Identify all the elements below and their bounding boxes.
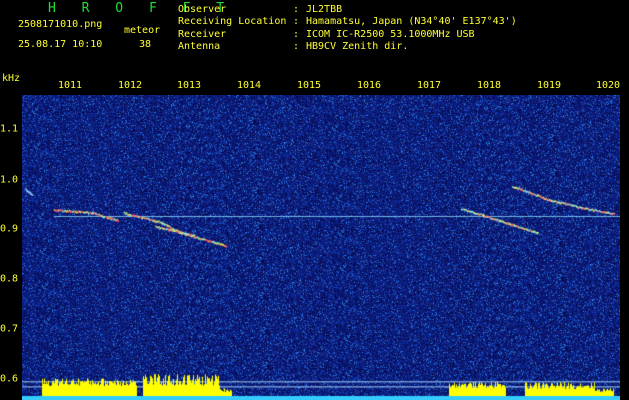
- header-panel: H R O F F T 2508171010.png 25.08.17 10:1…: [0, 0, 629, 72]
- info-label: Observer: [178, 4, 227, 15]
- y-tick-label: 0.7: [0, 323, 19, 335]
- x-tick-label: 1016: [356, 80, 382, 91]
- info-value: JL2TBB: [306, 4, 343, 15]
- x-tick-label: 1014: [236, 80, 262, 91]
- meteor-count: 38: [139, 39, 152, 50]
- spectrogram-panel: kHz 1011 1012 1013 1014 1015 1016 1017 1…: [0, 72, 629, 400]
- info-colon: :: [293, 28, 300, 40]
- info-row-receiver: Receiver: ICOM IC-R2500 53.1000MHz USB: [178, 29, 517, 41]
- info-value: Hamamatsu, Japan (N34°40' E137°43'): [306, 16, 517, 28]
- x-tick-label: 1017: [416, 80, 442, 91]
- info-colon: :: [293, 40, 300, 52]
- x-tick-label: 1011: [57, 80, 83, 91]
- x-tick-label: 1020: [595, 80, 621, 91]
- info-label: Receiving Location: [178, 16, 287, 28]
- y-tick-label: 1.0: [0, 174, 19, 186]
- info-row-location: Receiving Location: Hamamatsu, Japan (N34…: [178, 16, 517, 28]
- y-unit-label: kHz: [2, 73, 21, 84]
- info-colon: :: [293, 4, 300, 15]
- timestamp: 25.08.17 10:10: [18, 39, 103, 50]
- info-value: ICOM IC-R2500 53.1000MHz USB: [306, 28, 475, 40]
- info-row-observer: Observer: JL2TBB: [178, 4, 517, 16]
- meteor-label: meteor: [124, 25, 161, 36]
- x-tick-label: 1019: [536, 80, 562, 91]
- x-tick-label: 1012: [117, 80, 143, 91]
- y-tick-label: 0.6: [0, 373, 19, 385]
- spectrogram-canvas: [22, 95, 620, 400]
- info-colon: :: [293, 16, 300, 28]
- info-value: HB9CV Zenith dir.: [306, 40, 409, 52]
- station-info: Observer: JL2TBB Receiving Location: Hamam…: [178, 4, 517, 53]
- y-tick-label: 0.8: [0, 273, 19, 285]
- x-tick-label: 1018: [476, 80, 502, 91]
- info-row-antenna: Antenna: HB9CV Zenith dir.: [178, 41, 517, 53]
- image-filename: 2508171010.png: [18, 19, 103, 30]
- x-tick-label: 1015: [296, 80, 322, 91]
- x-tick-label: 1013: [176, 80, 202, 91]
- info-label: Receiver: [178, 28, 227, 40]
- y-tick-label: 1.1: [0, 123, 19, 135]
- info-label: Antenna: [178, 40, 221, 52]
- y-tick-label: 0.9: [0, 223, 19, 235]
